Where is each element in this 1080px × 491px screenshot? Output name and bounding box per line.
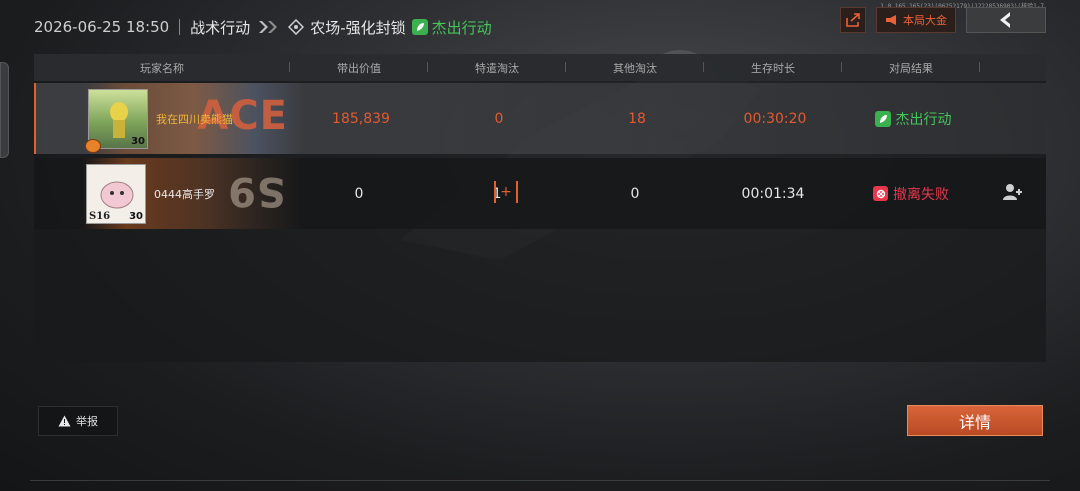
side-drawer-tab[interactable] [0, 62, 9, 158]
map-name: 农场-强化封锁 [310, 18, 406, 37]
survival-time: 00:01:34 [741, 185, 805, 202]
share-icon [846, 13, 860, 27]
player-level: 30 [131, 136, 145, 147]
share-button[interactable] [840, 7, 866, 33]
back-arrow-icon [1000, 12, 1010, 28]
leaf-icon [874, 110, 891, 127]
result-badge: 杰出行动 [844, 109, 982, 129]
col-player-name: 玩家名称 [34, 60, 290, 76]
table-row[interactable]: S9 S16 30 0444高手罗 0 1 0 00:01:34 撤离失败 [34, 158, 1046, 229]
outcome-badge: 杰出行动 [411, 17, 492, 38]
fail-icon [873, 186, 888, 201]
avatar[interactable]: S16 30 [86, 164, 146, 224]
result-label: 杰出行动 [895, 111, 952, 128]
special-kills: 0 [494, 110, 504, 127]
outcome-label: 杰出行动 [431, 18, 492, 37]
match-results-table: 玩家名称 带出价值 特遣淘汰 其他淘汰 生存时长 对局结果 ACE 30 我在四… [34, 54, 1046, 362]
player-level: 30 [129, 211, 143, 222]
result-label: 撤离失败 [893, 186, 949, 203]
survival-time: 00:30:20 [743, 110, 807, 127]
match-gold-button[interactable]: 本局大金 [876, 7, 956, 33]
add-teammate-slot[interactable]: + [494, 181, 518, 203]
divider [179, 19, 181, 35]
report-button[interactable]: 举报 [38, 406, 118, 436]
leaf-icon [411, 19, 428, 35]
season-badge: S16 [89, 211, 111, 222]
table-row[interactable]: ACE 30 我在四川卖熊猫 185,839 0 18 00:30:20 杰出行… [34, 83, 1046, 154]
back-button[interactable] [966, 7, 1046, 33]
double-chevron-icon [258, 20, 280, 34]
divider [30, 480, 1050, 481]
player-name: 我在四川卖熊猫 [156, 113, 233, 126]
details-label: 详情 [958, 412, 991, 432]
banner-text: S9 [227, 168, 286, 214]
report-label: 举报 [76, 415, 98, 428]
match-datetime: 2026-06-25 18:50 [34, 18, 170, 36]
player-name: 0444高手罗 [154, 188, 215, 201]
add-friend-button[interactable] [1002, 183, 1024, 205]
table-header: 玩家名称 带出价值 特遣淘汰 其他淘汰 生存时长 对局结果 [34, 54, 1046, 81]
other-kills: 18 [628, 110, 646, 127]
add-friend-icon [1003, 184, 1022, 200]
extract-value: 0 [354, 185, 364, 202]
player-cell: S9 S16 30 0444高手罗 [34, 158, 302, 229]
col-other-kills: 其他淘汰 [566, 60, 704, 76]
game-mode: 战术行动 [190, 18, 251, 37]
megaphone-icon [886, 15, 896, 25]
col-result: 对局结果 [842, 60, 980, 76]
pumpkin-badge-icon [85, 139, 101, 153]
col-extract-value: 带出价值 [290, 60, 428, 76]
col-survival-time: 生存时长 [704, 60, 842, 76]
match-header: 2026-06-25 18:50 战术行动 农场-强化封锁 杰出行动 [34, 14, 492, 40]
extract-value: 185,839 [332, 110, 390, 127]
warning-icon [58, 415, 71, 427]
match-gold-label: 本局大金 [903, 14, 947, 27]
map-target-icon [288, 19, 305, 35]
details-button[interactable]: 详情 [907, 405, 1043, 436]
result-badge: 撤离失败 [842, 184, 980, 204]
top-actions: 本局大金 [840, 7, 1046, 33]
col-special-kills: 特遣淘汰 [428, 60, 566, 76]
avatar[interactable]: 30 [85, 89, 148, 153]
player-cell: ACE 30 我在四川卖熊猫 [36, 83, 304, 154]
other-kills: 0 [630, 185, 640, 202]
